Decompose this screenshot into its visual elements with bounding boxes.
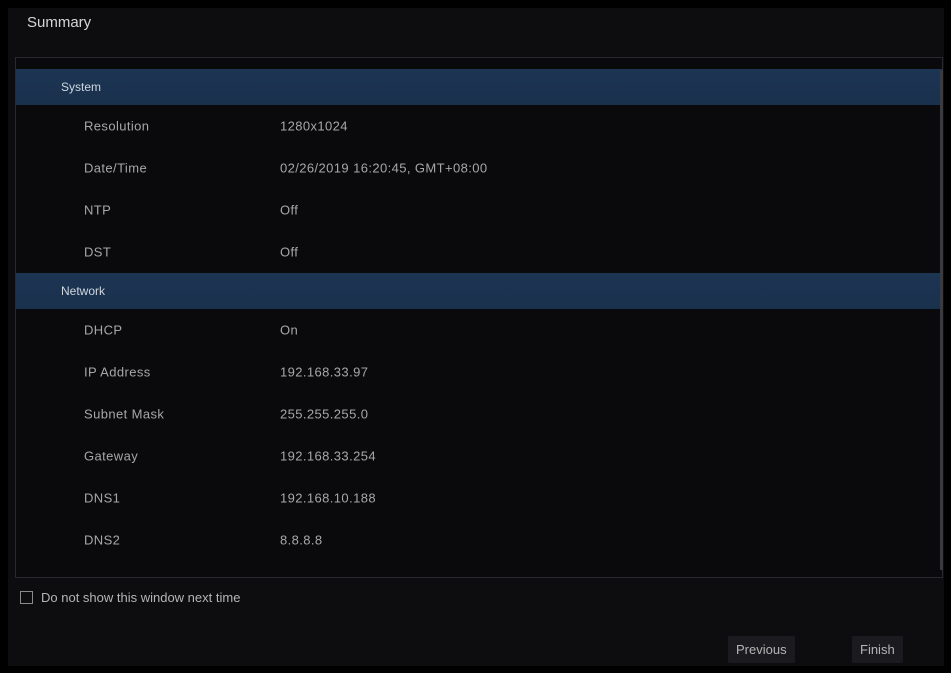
row-value: 192.168.33.97 (280, 364, 369, 380)
row-value: 255.255.255.0 (280, 406, 369, 422)
scrollbar[interactable] (940, 70, 943, 570)
section-system-label: System (61, 80, 102, 94)
window-title: Summary (27, 14, 92, 31)
previous-button[interactable]: Previous (728, 636, 795, 663)
row-key: DNS2 (84, 532, 121, 548)
row-value: 1280x1024 (280, 118, 348, 134)
row-value: On (280, 322, 299, 338)
row-key: Resolution (84, 118, 150, 134)
row-dns1: DNS1 192.168.10.188 (16, 477, 942, 519)
section-system-header: System (16, 69, 942, 105)
row-resolution: Resolution 1280x1024 (16, 105, 942, 147)
row-key: NTP (84, 202, 112, 218)
summary-panel: System Resolution 1280x1024 Date/Time 02… (15, 57, 943, 578)
row-key: Date/Time (84, 160, 148, 176)
row-key: DHCP (84, 322, 123, 338)
row-key: Gateway (84, 448, 139, 464)
row-dhcp: DHCP On (16, 309, 942, 351)
section-network-header: Network (16, 273, 942, 309)
dont-show-again-option[interactable]: Do not show this window next time (20, 590, 240, 605)
row-key: DST (84, 244, 112, 260)
row-subnet-mask: Subnet Mask 255.255.255.0 (16, 393, 942, 435)
row-key: IP Address (84, 364, 151, 380)
row-ip-address: IP Address 192.168.33.97 (16, 351, 942, 393)
row-value: 02/26/2019 16:20:45, GMT+08:00 (280, 160, 488, 176)
row-gateway: Gateway 192.168.33.254 (16, 435, 942, 477)
row-value: Off (280, 244, 299, 260)
row-dst: DST Off (16, 231, 942, 273)
row-dns2: DNS2 8.8.8.8 (16, 519, 942, 561)
finish-button[interactable]: Finish (852, 636, 903, 663)
row-value: 8.8.8.8 (280, 532, 323, 548)
row-key: Subnet Mask (84, 406, 165, 422)
row-key: DNS1 (84, 490, 121, 506)
dont-show-again-label: Do not show this window next time (41, 590, 241, 605)
row-datetime: Date/Time 02/26/2019 16:20:45, GMT+08:00 (16, 147, 942, 189)
dont-show-again-checkbox[interactable] (20, 591, 33, 604)
row-value: Off (280, 202, 299, 218)
row-ntp: NTP Off (16, 189, 942, 231)
row-value: 192.168.33.254 (280, 448, 376, 464)
section-network-label: Network (61, 284, 106, 298)
row-value: 192.168.10.188 (280, 490, 376, 506)
